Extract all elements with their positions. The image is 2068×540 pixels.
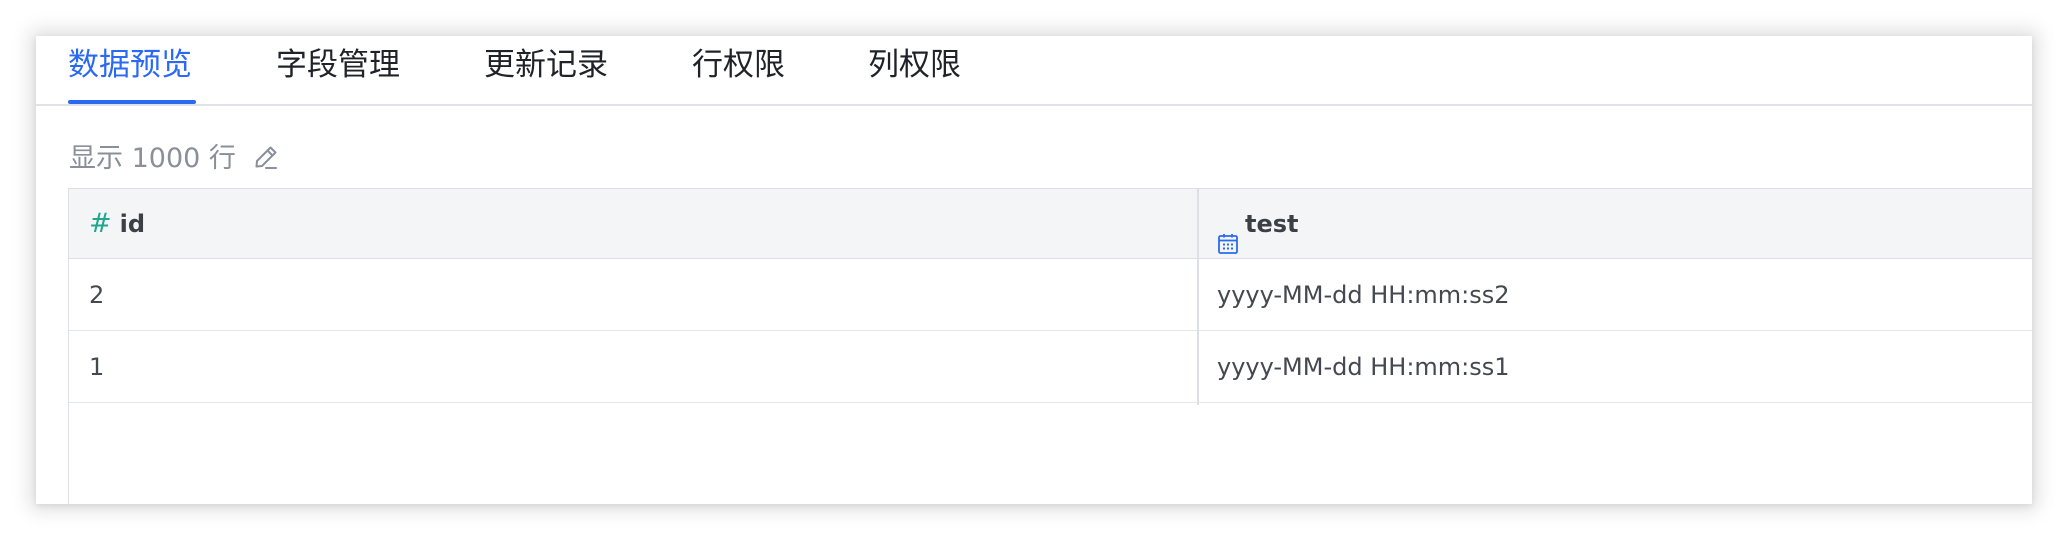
table-row[interactable]: 2 yyyy-MM-dd HH:mm:ss2 [69,259,2032,331]
tab-bar: 数据预览 字段管理 更新记录 行权限 列权限 [36,36,2032,106]
tab-row-permissions[interactable]: 行权限 [692,44,785,102]
tab-update-history[interactable]: 更新记录 [484,44,608,102]
column-divider[interactable] [1197,189,1199,405]
table-cell-id: 2 [89,281,105,309]
column-name: id [119,210,146,238]
calendar-icon [1217,212,1239,254]
data-preview-table: # id test 2 yyyy-MM-dd HH:mm:ss2 1 yyyy-… [68,188,2032,504]
column-header-id[interactable]: # id [89,189,145,259]
dataset-detail-panel: 数据预览 字段管理 更新记录 行权限 列权限 显示 1000 行 # id te… [36,36,2032,504]
table-cell-test: yyyy-MM-dd HH:mm:ss2 [1217,281,1510,309]
row-limit-info: 显示 1000 行 [69,138,280,178]
tab-data-preview[interactable]: 数据预览 [68,44,192,102]
tab-field-management[interactable]: 字段管理 [276,44,400,102]
table-cell-test: yyyy-MM-dd HH:mm:ss1 [1217,353,1510,381]
active-tab-indicator [68,100,196,104]
table-row[interactable]: 1 yyyy-MM-dd HH:mm:ss1 [69,331,2032,403]
table-header: # id test [69,189,2032,259]
row-limit-label: 显示 1000 行 [69,142,236,174]
number-type-icon: # [89,208,112,239]
column-header-test[interactable]: test [1217,189,1299,259]
column-name: test [1245,210,1299,238]
pencil-icon[interactable] [252,143,280,171]
tab-column-permissions[interactable]: 列权限 [868,44,961,102]
table-cell-id: 1 [89,353,105,381]
